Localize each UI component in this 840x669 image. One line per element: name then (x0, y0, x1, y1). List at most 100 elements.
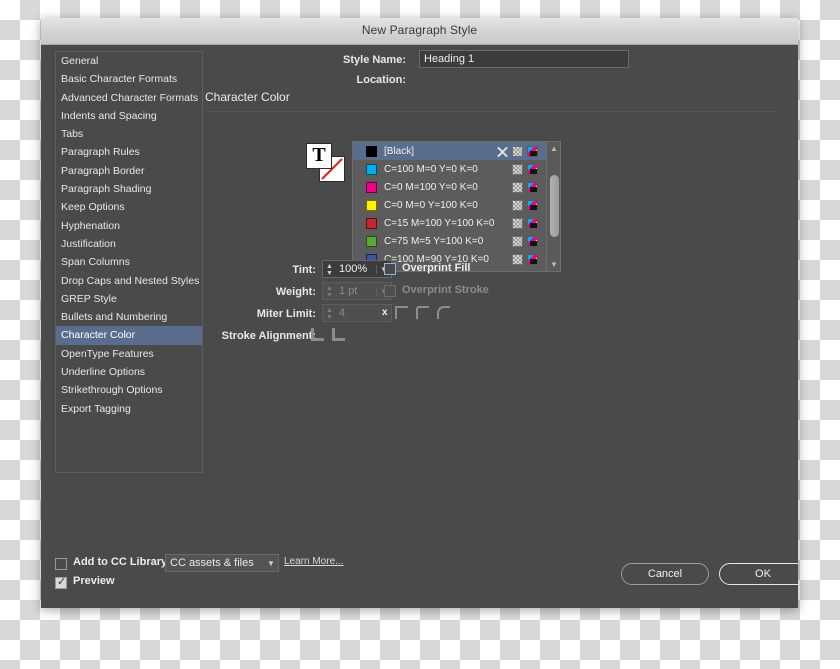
learn-more-link[interactable]: Learn More... (284, 556, 343, 567)
swatch-list-scrollbar[interactable]: ▲ ▼ (546, 142, 560, 271)
sidebar-item-advanced-character-formats[interactable]: Advanced Character Formats (56, 89, 202, 107)
category-sidebar[interactable]: General Basic Character Formats Advanced C… (55, 51, 203, 473)
stroke-alignment-label: Stroke Alignment: (221, 330, 316, 342)
sidebar-item-strikethrough-options[interactable]: Strikethrough Options (56, 381, 202, 399)
sidebar-item-label: Advanced Character Formats (61, 91, 199, 104)
tint-stepper[interactable]: ▲▼ 100% ▼ (322, 260, 392, 278)
swatch-name: [Black] (384, 145, 415, 157)
swatch-list[interactable]: [Black] C=100 M=0 Y=0 K=0 C=0 M=100 Y=0 K=… (352, 141, 561, 272)
overprint-fill-checkbox[interactable] (384, 263, 396, 275)
stroke-align-center-icon[interactable] (311, 328, 324, 341)
swatch-row[interactable]: C=100 M=0 Y=0 K=0 (353, 160, 560, 178)
round-join-icon[interactable] (416, 306, 429, 319)
swatch-row[interactable]: C=0 M=100 Y=0 K=0 (353, 178, 560, 196)
preview-checkbox[interactable] (55, 575, 67, 589)
weight-label: Weight: (275, 286, 316, 298)
sidebar-item-hyphenation[interactable]: Hyphenation (56, 217, 202, 235)
sidebar-item-bullets-and-numbering[interactable]: Bullets and Numbering (56, 308, 202, 326)
swatch-rows-container: [Black] C=100 M=0 Y=0 K=0 C=0 M=100 Y=0 K=… (353, 142, 560, 268)
sidebar-item-label: GREP Style (61, 292, 117, 305)
swatch-name: C=15 M=100 Y=100 K=0 (384, 217, 495, 229)
swatch-cmyk-mode-icon (527, 217, 538, 229)
sidebar-item-underline-options[interactable]: Underline Options (56, 363, 202, 381)
swatch-tint-icon (512, 181, 523, 193)
swatch-row[interactable]: C=0 M=0 Y=100 K=0 (353, 196, 560, 214)
sidebar-item-general[interactable]: General (56, 52, 202, 70)
scroll-down-arrow-icon[interactable]: ▼ (547, 258, 560, 271)
weight-value: 1 pt (339, 285, 358, 297)
cc-library-selected-option: CC assets & files (170, 557, 254, 569)
swatch-tint-icon (512, 199, 523, 211)
sidebar-item-opentype-features[interactable]: OpenType Features (56, 345, 202, 363)
swatch-cmyk-mode-icon (527, 235, 538, 247)
cc-library-select[interactable]: CC assets & files ▼ (165, 554, 279, 572)
swatch-tint-icon (512, 217, 523, 229)
swatch-row[interactable]: C=15 M=100 Y=100 K=0 (353, 214, 560, 232)
sidebar-item-span-columns[interactable]: Span Columns (56, 253, 202, 271)
sidebar-item-label: Character Color (61, 329, 136, 342)
swatch-row[interactable]: C=75 M=5 Y=100 K=0 (353, 232, 560, 250)
overprint-fill-label: Overprint Fill (402, 262, 471, 274)
bevel-join-icon[interactable] (437, 306, 450, 319)
swatch-cmyk-mode-icon (527, 145, 538, 157)
swatch-none-icon[interactable] (497, 146, 508, 157)
section-divider (205, 111, 775, 112)
location-label: Location: (356, 74, 407, 86)
sidebar-item-tabs[interactable]: Tabs (56, 125, 202, 143)
swatch-tint-icon (512, 235, 523, 247)
swatch-name: C=0 M=100 Y=0 K=0 (384, 181, 478, 193)
swatch-color-chip (366, 145, 377, 157)
sidebar-item-keep-options[interactable]: Keep Options (56, 198, 202, 216)
sidebar-item-label: Paragraph Shading (61, 183, 152, 196)
stroke-align-outside-icon[interactable] (332, 328, 345, 341)
miter-spinner-icon[interactable]: ▲ ▼ (323, 306, 336, 321)
swatch-name: C=75 M=5 Y=100 K=0 (384, 235, 484, 247)
sidebar-item-basic-character-formats[interactable]: Basic Character Formats (56, 70, 202, 88)
sidebar-item-label: Justification (61, 237, 116, 250)
swatch-row[interactable]: [Black] (353, 142, 560, 160)
tint-spinner-icon[interactable]: ▲ ▼ (323, 262, 336, 277)
swatch-cmyk-mode-icon (527, 181, 538, 193)
text-t-glyph: T (312, 144, 326, 166)
overprint-stroke-checkbox[interactable] (384, 285, 396, 297)
weight-spinner-icon[interactable]: ▲ ▼ (323, 284, 336, 299)
swatch-cmyk-mode-icon (527, 253, 538, 265)
miter-times-symbol: x (382, 307, 388, 318)
sidebar-item-label: OpenType Features (61, 347, 154, 360)
ok-button[interactable]: OK (719, 563, 798, 585)
sidebar-item-paragraph-rules[interactable]: Paragraph Rules (56, 143, 202, 161)
swatch-tint-icon (512, 145, 523, 157)
sidebar-item-label: Strikethrough Options (61, 384, 163, 397)
swatch-color-chip (366, 217, 377, 229)
sidebar-item-drop-caps-and-nested-styles[interactable]: Drop Caps and Nested Styles (56, 272, 202, 290)
sidebar-item-indents-and-spacing[interactable]: Indents and Spacing (56, 107, 202, 125)
swatch-cmyk-mode-icon (527, 199, 538, 211)
sidebar-item-paragraph-shading[interactable]: Paragraph Shading (56, 180, 202, 198)
scroll-up-arrow-icon[interactable]: ▲ (547, 142, 560, 155)
swatch-tint-icon (512, 253, 523, 265)
sidebar-item-grep-style[interactable]: GREP Style (56, 290, 202, 308)
dialog-title-bar: New Paragraph Style (41, 18, 798, 45)
miter-limit-label: Miter Limit: (256, 308, 316, 320)
sidebar-item-label: Indents and Spacing (61, 109, 157, 122)
tint-value: 100% (339, 263, 368, 275)
scrollbar-thumb[interactable] (549, 175, 559, 237)
sidebar-item-label: Underline Options (61, 366, 146, 379)
swatch-color-chip (366, 199, 377, 211)
sidebar-item-justification[interactable]: Justification (56, 235, 202, 253)
miter-join-icon[interactable] (395, 306, 408, 319)
sidebar-item-paragraph-border[interactable]: Paragraph Border (56, 162, 202, 180)
swatch-name: C=0 M=0 Y=100 K=0 (384, 199, 478, 211)
sidebar-item-label: General (61, 55, 99, 67)
sidebar-item-character-color[interactable]: Character Color (56, 326, 202, 345)
sidebar-item-label: Bullets and Numbering (61, 311, 168, 324)
sidebar-item-label: Paragraph Rules (61, 146, 140, 159)
fill-stroke-proxy[interactable]: T (306, 143, 350, 185)
cc-library-chevron-down-icon[interactable]: ▼ (264, 559, 278, 568)
cancel-button[interactable]: Cancel (621, 563, 709, 585)
weight-stepper[interactable]: ▲▼ 1 pt ▼ (322, 282, 392, 300)
style-name-input[interactable] (419, 50, 629, 68)
add-to-cc-library-checkbox[interactable] (55, 558, 67, 570)
sidebar-item-export-tagging[interactable]: Export Tagging (56, 400, 202, 418)
add-to-cc-library-label: Add to CC Library: (73, 556, 171, 568)
